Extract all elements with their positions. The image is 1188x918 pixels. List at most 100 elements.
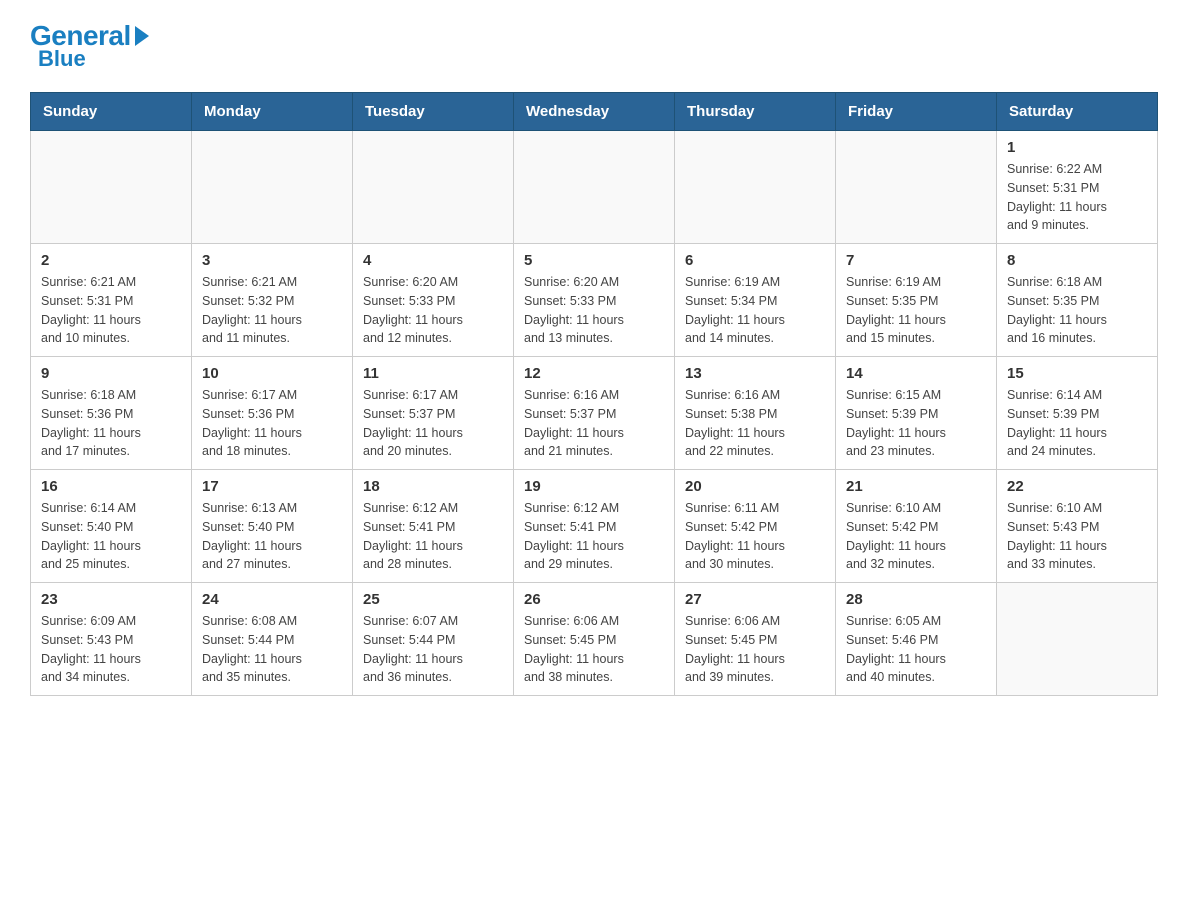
- day-number: 21: [846, 478, 986, 495]
- calendar-cell: 5 Sunrise: 6:20 AMSunset: 5:33 PMDaylight…: [514, 244, 675, 357]
- calendar-cell: 16 Sunrise: 6:14 AMSunset: 5:40 PMDayligh…: [31, 470, 192, 583]
- calendar-cell: [192, 131, 353, 244]
- logo-blue-text: Blue: [38, 46, 86, 72]
- day-number: 28: [846, 591, 986, 608]
- day-number: 16: [41, 478, 181, 495]
- calendar-cell: 27Sunrise: 6:06 AMSunset: 5:45 PMDayligh…: [675, 583, 836, 696]
- day-number: 3: [202, 252, 342, 269]
- weekday-header-sunday: Sunday: [31, 93, 192, 131]
- calendar-cell: [997, 583, 1158, 696]
- day-number: 10: [202, 365, 342, 382]
- calendar-cell: 20 Sunrise: 6:11 AMSunset: 5:42 PMDayligh…: [675, 470, 836, 583]
- weekday-header-saturday: Saturday: [997, 93, 1158, 131]
- day-number: 19: [524, 478, 664, 495]
- calendar-cell: 18Sunrise: 6:12 AMSunset: 5:41 PMDayligh…: [353, 470, 514, 583]
- day-number: 20: [685, 478, 825, 495]
- weekday-header-row: SundayMondayTuesdayWednesdayThursdayFrid…: [31, 93, 1158, 131]
- calendar-body: 1 Sunrise: 6:22 AMSunset: 5:31 PMDaylight…: [31, 131, 1158, 696]
- page-header: General Blue: [30, 20, 1158, 72]
- day-info: Sunrise: 6:21 AMSunset: 5:32 PMDaylight:…: [202, 273, 342, 348]
- day-number: 12: [524, 365, 664, 382]
- day-info: Sunrise: 6:20 AMSunset: 5:33 PMDaylight:…: [524, 273, 664, 348]
- day-info: Sunrise: 6:10 AMSunset: 5:43 PMDaylight:…: [1007, 499, 1147, 574]
- day-number: 1: [1007, 139, 1147, 156]
- calendar-cell: 28 Sunrise: 6:05 AMSunset: 5:46 PMDayligh…: [836, 583, 997, 696]
- weekday-header-wednesday: Wednesday: [514, 93, 675, 131]
- weekday-header-thursday: Thursday: [675, 93, 836, 131]
- day-info: Sunrise: 6:10 AMSunset: 5:42 PMDaylight:…: [846, 499, 986, 574]
- calendar-cell: [836, 131, 997, 244]
- calendar-cell: 2 Sunrise: 6:21 AMSunset: 5:31 PMDaylight…: [31, 244, 192, 357]
- calendar-cell: 23Sunrise: 6:09 AMSunset: 5:43 PMDayligh…: [31, 583, 192, 696]
- day-number: 26: [524, 591, 664, 608]
- day-info: Sunrise: 6:05 AMSunset: 5:46 PMDaylight:…: [846, 612, 986, 687]
- calendar-cell: 25 Sunrise: 6:07 AMSunset: 5:44 PMDayligh…: [353, 583, 514, 696]
- day-number: 9: [41, 365, 181, 382]
- calendar-cell: 24 Sunrise: 6:08 AMSunset: 5:44 PMDayligh…: [192, 583, 353, 696]
- calendar-cell: 17 Sunrise: 6:13 AMSunset: 5:40 PMDayligh…: [192, 470, 353, 583]
- day-number: 8: [1007, 252, 1147, 269]
- calendar-cell: 22 Sunrise: 6:10 AMSunset: 5:43 PMDayligh…: [997, 470, 1158, 583]
- calendar-cell: 7 Sunrise: 6:19 AMSunset: 5:35 PMDaylight…: [836, 244, 997, 357]
- weekday-header-friday: Friday: [836, 93, 997, 131]
- calendar-cell: 8 Sunrise: 6:18 AMSunset: 5:35 PMDaylight…: [997, 244, 1158, 357]
- calendar-header: SundayMondayTuesdayWednesdayThursdayFrid…: [31, 93, 1158, 131]
- calendar-week-row: 1 Sunrise: 6:22 AMSunset: 5:31 PMDaylight…: [31, 131, 1158, 244]
- calendar-cell: [353, 131, 514, 244]
- calendar-cell: 10 Sunrise: 6:17 AMSunset: 5:36 PMDayligh…: [192, 357, 353, 470]
- day-info: Sunrise: 6:13 AMSunset: 5:40 PMDaylight:…: [202, 499, 342, 574]
- calendar-cell: [675, 131, 836, 244]
- day-info: Sunrise: 6:21 AMSunset: 5:31 PMDaylight:…: [41, 273, 181, 348]
- day-info: Sunrise: 6:06 AMSunset: 5:45 PMDaylight:…: [685, 612, 825, 687]
- calendar-cell: 11 Sunrise: 6:17 AMSunset: 5:37 PMDayligh…: [353, 357, 514, 470]
- day-info: Sunrise: 6:19 AMSunset: 5:35 PMDaylight:…: [846, 273, 986, 348]
- calendar-cell: [31, 131, 192, 244]
- calendar-week-row: 2 Sunrise: 6:21 AMSunset: 5:31 PMDaylight…: [31, 244, 1158, 357]
- logo: General Blue: [30, 20, 149, 72]
- day-info: Sunrise: 6:18 AMSunset: 5:35 PMDaylight:…: [1007, 273, 1147, 348]
- day-info: Sunrise: 6:06 AMSunset: 5:45 PMDaylight:…: [524, 612, 664, 687]
- day-number: 2: [41, 252, 181, 269]
- day-info: Sunrise: 6:22 AMSunset: 5:31 PMDaylight:…: [1007, 160, 1147, 235]
- calendar-cell: 26 Sunrise: 6:06 AMSunset: 5:45 PMDayligh…: [514, 583, 675, 696]
- day-number: 24: [202, 591, 342, 608]
- day-info: Sunrise: 6:09 AMSunset: 5:43 PMDaylight:…: [41, 612, 181, 687]
- weekday-header-tuesday: Tuesday: [353, 93, 514, 131]
- day-number: 6: [685, 252, 825, 269]
- calendar-cell: 4Sunrise: 6:20 AMSunset: 5:33 PMDaylight…: [353, 244, 514, 357]
- day-info: Sunrise: 6:20 AMSunset: 5:33 PMDaylight:…: [363, 273, 503, 348]
- calendar-table: SundayMondayTuesdayWednesdayThursdayFrid…: [30, 92, 1158, 696]
- day-info: Sunrise: 6:17 AMSunset: 5:36 PMDaylight:…: [202, 386, 342, 461]
- day-number: 17: [202, 478, 342, 495]
- day-number: 15: [1007, 365, 1147, 382]
- day-number: 22: [1007, 478, 1147, 495]
- calendar-cell: 13 Sunrise: 6:16 AMSunset: 5:38 PMDayligh…: [675, 357, 836, 470]
- day-number: 13: [685, 365, 825, 382]
- day-info: Sunrise: 6:08 AMSunset: 5:44 PMDaylight:…: [202, 612, 342, 687]
- day-info: Sunrise: 6:14 AMSunset: 5:40 PMDaylight:…: [41, 499, 181, 574]
- day-info: Sunrise: 6:11 AMSunset: 5:42 PMDaylight:…: [685, 499, 825, 574]
- day-info: Sunrise: 6:07 AMSunset: 5:44 PMDaylight:…: [363, 612, 503, 687]
- calendar-cell: 3 Sunrise: 6:21 AMSunset: 5:32 PMDaylight…: [192, 244, 353, 357]
- calendar-cell: 14Sunrise: 6:15 AMSunset: 5:39 PMDayligh…: [836, 357, 997, 470]
- calendar-cell: 21 Sunrise: 6:10 AMSunset: 5:42 PMDayligh…: [836, 470, 997, 583]
- day-number: 25: [363, 591, 503, 608]
- day-number: 5: [524, 252, 664, 269]
- calendar-cell: 9 Sunrise: 6:18 AMSunset: 5:36 PMDaylight…: [31, 357, 192, 470]
- day-info: Sunrise: 6:17 AMSunset: 5:37 PMDaylight:…: [363, 386, 503, 461]
- calendar-cell: 19 Sunrise: 6:12 AMSunset: 5:41 PMDayligh…: [514, 470, 675, 583]
- calendar-week-row: 9 Sunrise: 6:18 AMSunset: 5:36 PMDaylight…: [31, 357, 1158, 470]
- day-number: 11: [363, 365, 503, 382]
- calendar-cell: [514, 131, 675, 244]
- day-info: Sunrise: 6:12 AMSunset: 5:41 PMDaylight:…: [524, 499, 664, 574]
- calendar-week-row: 16 Sunrise: 6:14 AMSunset: 5:40 PMDayligh…: [31, 470, 1158, 583]
- calendar-cell: 15 Sunrise: 6:14 AMSunset: 5:39 PMDayligh…: [997, 357, 1158, 470]
- day-info: Sunrise: 6:16 AMSunset: 5:37 PMDaylight:…: [524, 386, 664, 461]
- day-info: Sunrise: 6:15 AMSunset: 5:39 PMDaylight:…: [846, 386, 986, 461]
- day-number: 7: [846, 252, 986, 269]
- day-number: 18: [363, 478, 503, 495]
- day-info: Sunrise: 6:14 AMSunset: 5:39 PMDaylight:…: [1007, 386, 1147, 461]
- day-info: Sunrise: 6:16 AMSunset: 5:38 PMDaylight:…: [685, 386, 825, 461]
- logo-arrow-icon: [135, 26, 149, 46]
- day-info: Sunrise: 6:18 AMSunset: 5:36 PMDaylight:…: [41, 386, 181, 461]
